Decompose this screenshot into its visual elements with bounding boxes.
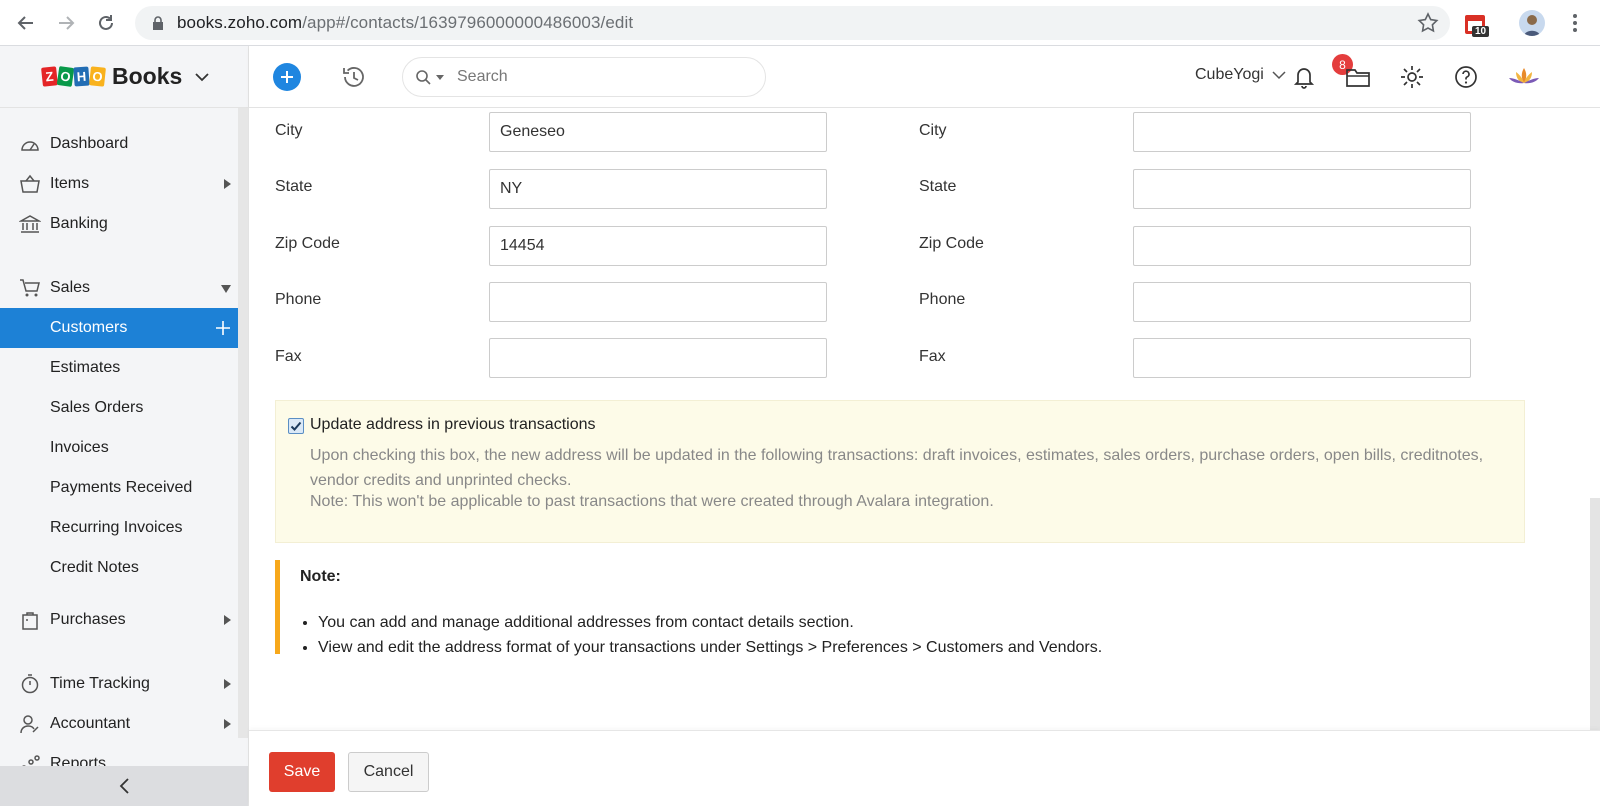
shipping-zip-label: Zip Code <box>919 235 984 252</box>
sidebar-item-reports[interactable]: Reports <box>0 744 239 766</box>
caret-right-icon <box>224 179 231 189</box>
billing-state-label: State <box>275 178 313 195</box>
extension-badge: 10 <box>1472 26 1490 37</box>
plus-icon <box>281 71 293 83</box>
product-name: Books <box>112 63 183 89</box>
sidebar-item-customers[interactable]: Customers <box>0 308 239 348</box>
update-address-callout: Update address in previous transactions … <box>275 400 1525 543</box>
note-list-item: You can add and manage additional addres… <box>318 610 1102 635</box>
chevron-down-icon <box>1272 70 1286 79</box>
shipping-state-input[interactable] <box>1133 169 1471 209</box>
billing-city-label: City <box>275 122 303 139</box>
caret-right-icon <box>224 719 231 729</box>
contact-edit-form: City State Zip Code Phone Fax City State… <box>249 108 1600 730</box>
profile-avatar[interactable] <box>1519 10 1545 36</box>
form-actions: Save Cancel <box>249 730 1600 806</box>
sidebar-item-recurring-invoices[interactable]: Recurring Invoices <box>0 508 239 548</box>
shipping-zip-input[interactable] <box>1133 226 1471 266</box>
folder-icon[interactable] <box>1343 62 1373 92</box>
lock-icon <box>153 16 163 30</box>
update-address-checkbox[interactable] <box>288 418 304 434</box>
cart-icon <box>20 279 40 297</box>
address-note: Note: You can add and manage additional … <box>275 560 1175 656</box>
organization-switcher[interactable]: CubeYogi <box>1195 66 1286 84</box>
sidebar-item-sales[interactable]: Sales <box>0 268 239 308</box>
sidebar-item-dashboard[interactable]: Dashboard <box>0 124 239 164</box>
basket-icon <box>20 174 40 193</box>
bank-icon <box>19 215 41 233</box>
billing-zip-label: Zip Code <box>275 235 340 252</box>
chevron-left-icon <box>119 778 129 794</box>
zoho-logo: Z O H O <box>41 66 106 87</box>
billing-state-input[interactable] <box>489 169 827 209</box>
caret-right-icon <box>224 679 231 689</box>
sidebar-item-sales-orders[interactable]: Sales Orders <box>0 388 239 428</box>
update-address-description: Upon checking this box, the new address … <box>310 447 1484 489</box>
sidebar-item-estimates[interactable]: Estimates <box>0 348 239 388</box>
billing-fax-label: Fax <box>275 348 302 365</box>
sidebar-item-items[interactable]: Items <box>0 164 239 204</box>
caret-down-icon <box>221 285 231 293</box>
checkmark-icon <box>290 421 302 431</box>
browser-menu-icon[interactable] <box>1565 10 1585 36</box>
caret-down-icon[interactable] <box>435 73 445 81</box>
sidebar-scrollbar[interactable] <box>238 108 248 738</box>
reload-icon[interactable] <box>92 9 120 37</box>
billing-city-input[interactable] <box>489 112 827 152</box>
cancel-button[interactable]: Cancel <box>348 752 429 792</box>
sidebar-item-banking[interactable]: Banking <box>0 204 239 244</box>
save-button[interactable]: Save <box>269 752 335 792</box>
shipping-fax-label: Fax <box>919 348 946 365</box>
note-title: Note: <box>300 568 341 585</box>
billing-fax-input[interactable] <box>489 338 827 378</box>
forward-arrow-icon[interactable] <box>52 9 80 37</box>
billing-zip-input[interactable] <box>489 226 827 266</box>
stopwatch-icon <box>21 674 39 694</box>
sidebar-item-accountant[interactable]: Accountant <box>0 704 239 744</box>
app-header: CubeYogi 8 <box>249 46 1600 108</box>
search-input[interactable] <box>457 68 737 86</box>
main-scrollbar[interactable] <box>1590 498 1600 730</box>
shipping-state-label: State <box>919 178 957 195</box>
sidebar-item-purchases[interactable]: Purchases <box>0 600 239 640</box>
shipping-phone-label: Phone <box>919 291 966 308</box>
help-icon[interactable] <box>1451 62 1481 92</box>
sidebar-item-payments-received[interactable]: Payments Received <box>0 468 239 508</box>
dashboard-gauge-icon <box>21 141 39 151</box>
search-icon <box>416 70 431 85</box>
reports-icon <box>22 755 40 766</box>
shopping-bag-icon <box>22 612 38 630</box>
bell-icon[interactable] <box>1289 62 1319 92</box>
sidebar-item-time-tracking[interactable]: Time Tracking <box>0 664 239 704</box>
shipping-fax-input[interactable] <box>1133 338 1471 378</box>
url-text: books.zoho.com/app#/contacts/16397960000… <box>177 13 634 32</box>
update-address-label[interactable]: Update address in previous transactions <box>310 416 596 434</box>
browser-toolbar: books.zoho.com/app#/contacts/16397960000… <box>0 0 1600 46</box>
sidebar-nav: Dashboard Items Banking Sales Customers … <box>0 108 249 766</box>
gear-icon[interactable] <box>1397 62 1427 92</box>
org-logo-icon[interactable] <box>1505 62 1543 92</box>
shipping-phone-input[interactable] <box>1133 282 1471 322</box>
quick-create-button[interactable] <box>273 63 301 91</box>
accountant-user-icon <box>20 715 39 734</box>
add-customer-plus-icon[interactable] <box>215 320 231 336</box>
avalara-note: Note: This won't be applicable to past t… <box>310 493 994 510</box>
global-search[interactable] <box>402 57 766 97</box>
collapse-sidebar-button[interactable] <box>0 766 249 806</box>
chevron-down-icon[interactable] <box>194 72 210 82</box>
address-bar[interactable]: books.zoho.com/app#/contacts/16397960000… <box>135 6 1450 40</box>
billing-phone-input[interactable] <box>489 282 827 322</box>
shipping-city-input[interactable] <box>1133 112 1471 152</box>
caret-right-icon <box>224 615 231 625</box>
sidebar-item-invoices[interactable]: Invoices <box>0 428 239 468</box>
billing-phone-label: Phone <box>275 291 322 308</box>
app-logo-area[interactable]: Z O H O Books <box>0 46 249 108</box>
shipping-city-label: City <box>919 122 947 139</box>
bookmark-star-icon[interactable] <box>1416 11 1440 35</box>
back-arrow-icon[interactable] <box>12 9 40 37</box>
note-list: You can add and manage additional addres… <box>318 610 1102 660</box>
note-list-item: View and edit the address format of your… <box>318 635 1102 660</box>
sidebar-item-credit-notes[interactable]: Credit Notes <box>0 548 239 588</box>
recent-history-icon[interactable] <box>340 63 368 91</box>
